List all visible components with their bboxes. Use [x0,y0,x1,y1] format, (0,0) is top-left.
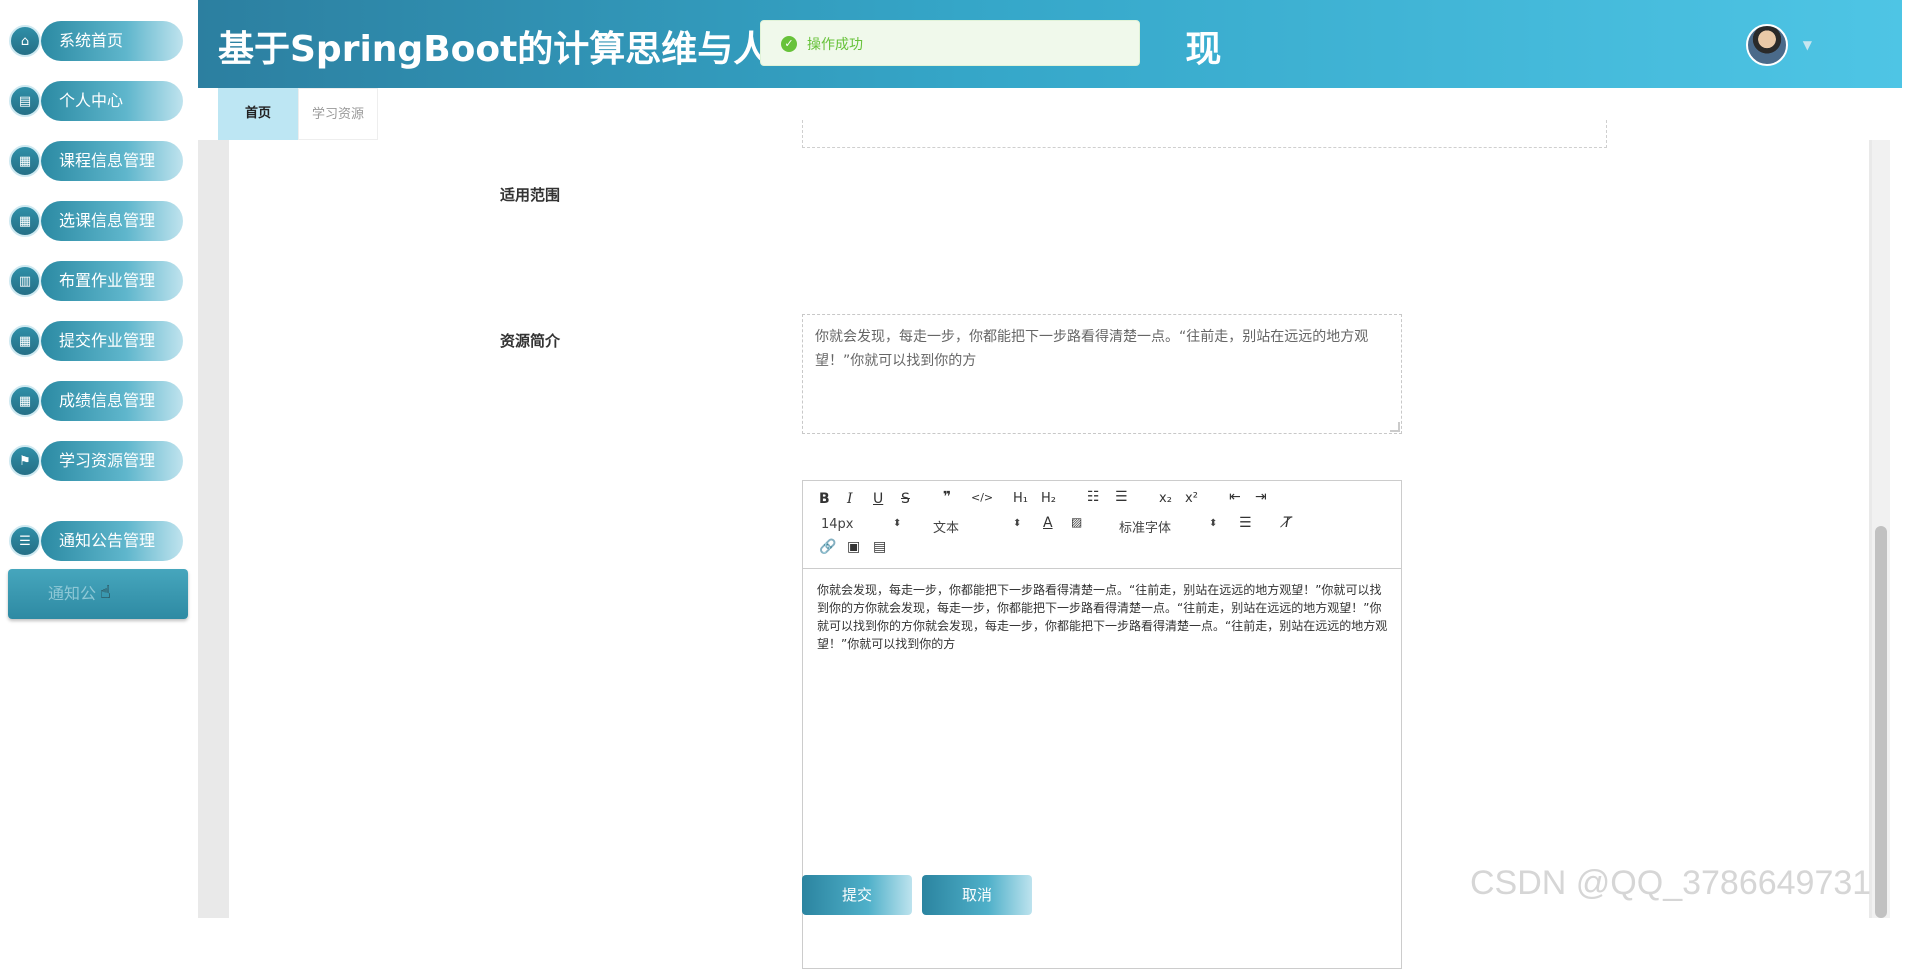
success-toast: ✓ 操作成功 [760,20,1140,66]
grid-icon: ▦ [9,205,41,237]
books-icon: ▥ [9,265,41,297]
sidebar-item-submissions[interactable]: 提交作业管理 ▦ [9,320,183,362]
italic-icon[interactable]: I [847,491,853,507]
page-title-tail: 现 [1185,29,1222,70]
scope-textarea[interactable]: 你就会发现，每走一步，你都能把下一步路看得清楚一点。“往前走，别站在远远的地方观… [802,314,1402,434]
select-arrow-icon: ⬍ [1013,518,1022,529]
indent-icon[interactable]: ⇥ [1255,489,1267,505]
video-icon[interactable]: ▤ [873,539,886,555]
sidebar: 系统首页 ⌂ 个人中心 ▤ 课程信息管理 ▦ 选课信息管理 ▦ 布置作业管理 ▥… [0,0,198,918]
blockquote-icon[interactable]: ❞ [943,489,951,505]
sidebar-item-label: 学习资源管理 [41,441,183,481]
clear-format-icon[interactable]: T̸ [1283,515,1292,531]
background-color-icon[interactable]: ▨ [1071,515,1082,529]
code-block-icon[interactable]: </> [971,491,993,504]
previous-field-box [802,120,1607,148]
subscript-icon[interactable]: x₂ [1159,491,1172,506]
editor-content[interactable]: 你就会发现，每走一步，你都能把下一步路看得清楚一点。“往前走，别站在远远的地方观… [817,581,1389,653]
form-card: 适用范围 你就会发现，每走一步，你都能把下一步路看得清楚一点。“往前走，别站在远… [229,120,1869,969]
caret-down-icon[interactable]: ▼ [1803,38,1812,52]
sidebar-item-label: 课程信息管理 [41,141,183,181]
tab-home[interactable]: 首页 [218,88,298,140]
page-title-text: 基于SpringBoot的计算思维与人工 [218,29,806,70]
grid-icon: ▦ [9,385,41,417]
home-icon: ⌂ [9,25,41,57]
avatar[interactable] [1746,24,1788,66]
sidebar-subitem-notice[interactable]: 通知公 [8,569,188,619]
intro-label: 资源简介 [500,332,561,350]
sidebar-item-enrollment[interactable]: 选课信息管理 ▦ [9,200,183,242]
scope-label: 适用范围 [500,186,561,204]
sidebar-item-label: 个人中心 [41,81,183,121]
sidebar-item-resources[interactable]: 学习资源管理 ⚑ [9,440,183,482]
select-arrow-icon: ⬍ [893,518,902,529]
editor-toolbar: B I U S ❞ </> H₁ H₂ ☷ ☰ x₂ x² ⇤ ⇥ 14px ⬍… [803,481,1401,569]
sidebar-item-label: 提交作业管理 [41,321,183,361]
grid-icon: ▦ [9,145,41,177]
heading2-icon[interactable]: H₂ [1041,491,1056,506]
sidebar-item-label: 系统首页 [41,21,183,61]
list-icon: ☰ [9,525,41,557]
font-family-select[interactable]: 标准字体 ⬍ [1119,517,1219,536]
outdent-icon[interactable]: ⇤ [1229,489,1241,505]
heading1-icon[interactable]: H₁ [1013,491,1028,506]
sidebar-item-home[interactable]: 系统首页 ⌂ [9,20,183,62]
sidebar-item-notices[interactable]: 通知公告管理 ☰ [9,520,183,562]
ordered-list-icon[interactable]: ☷ [1087,489,1100,505]
scrollbar[interactable] [1872,140,1890,918]
font-color-icon[interactable]: A [1043,515,1053,531]
scrollbar-thumb[interactable] [1875,526,1887,918]
sidebar-item-label: 布置作业管理 [41,261,183,301]
profile-icon: ▤ [9,85,41,117]
bold-icon[interactable]: B [819,491,830,507]
toast-message: 操作成功 [807,37,863,53]
underline-icon[interactable]: U [873,491,883,507]
align-icon[interactable]: ☰ [1239,515,1252,531]
grid-icon: ▦ [9,325,41,357]
superscript-icon[interactable]: x² [1185,491,1198,506]
sidebar-item-profile[interactable]: 个人中心 ▤ [9,80,183,122]
flag-icon: ⚑ [9,445,41,477]
resize-grip-icon[interactable] [1390,422,1400,432]
font-size-value: 14px [821,517,854,532]
sidebar-item-grades[interactable]: 成绩信息管理 ▦ [9,380,183,422]
strike-icon[interactable]: S [901,491,910,507]
check-circle-icon: ✓ [781,36,797,52]
cancel-button[interactable]: 取消 [922,875,1032,915]
paragraph-value: 文本 [933,521,960,536]
tab-resources[interactable]: 学习资源 [298,88,378,140]
sidebar-item-label: 选课信息管理 [41,201,183,241]
image-icon[interactable]: ▣ [847,539,860,555]
sidebar-item-label: 通知公告管理 [41,521,183,561]
sidebar-item-label: 成绩信息管理 [41,381,183,421]
hand-cursor-icon: ☝ [100,582,111,603]
sidebar-item-assignments[interactable]: 布置作业管理 ▥ [9,260,183,302]
bullet-list-icon[interactable]: ☰ [1115,489,1128,505]
font-size-select[interactable]: 14px ⬍ [821,517,901,532]
font-family-value: 标准字体 [1119,521,1172,536]
select-arrow-icon: ⬍ [1209,518,1218,529]
paragraph-select[interactable]: 文本 ⬍ [933,517,1023,536]
scope-text: 你就会发现，每走一步，你都能把下一步路看得清楚一点。“往前走，别站在远远的地方观… [815,329,1369,369]
link-icon[interactable]: 🔗 [819,539,836,555]
watermark: CSDN @QQ_3786649731 [1470,864,1872,902]
submit-button[interactable]: 提交 [802,875,912,915]
sidebar-item-courses[interactable]: 课程信息管理 ▦ [9,140,183,182]
